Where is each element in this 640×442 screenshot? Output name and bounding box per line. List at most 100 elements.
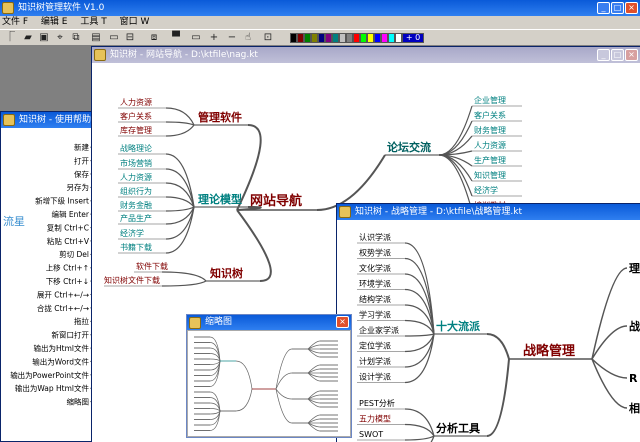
minimize-button[interactable]: _ — [597, 2, 610, 14]
menu-tools[interactable]: 工具 T — [78, 17, 106, 27]
palette-swatch[interactable] — [353, 33, 360, 43]
nav-leaf[interactable]: 战略理论 — [120, 143, 152, 153]
strategy-leaf[interactable]: 环境学派 — [359, 279, 391, 289]
nav-leaf[interactable]: 人力资源 — [474, 140, 506, 150]
nav-root-node[interactable]: 网站导航 — [250, 193, 302, 209]
nav-group-kt[interactable]: 知识树 — [209, 266, 243, 280]
nav-leaf[interactable]: 企业管理 — [474, 95, 506, 105]
strategy-branch-partial[interactable]: 相 — [629, 401, 640, 415]
palette-swatch[interactable] — [332, 33, 339, 43]
help-item[interactable]: 新窗口打开 — [52, 330, 90, 340]
strategy-leaf[interactable]: 五力模型 — [359, 414, 391, 424]
nav-minimize-button[interactable]: _ — [597, 49, 610, 61]
help-item[interactable]: 上移 Ctrl+↑ — [46, 263, 89, 273]
nav-leaf[interactable]: 库存管理 — [120, 125, 152, 135]
strategy-leaf[interactable]: SWOT — [359, 430, 383, 439]
nav-leaf[interactable]: 组织行为 — [120, 186, 152, 196]
palette-swatch[interactable] — [339, 33, 346, 43]
save-icon[interactable]: ▣ — [38, 32, 50, 44]
help-item[interactable]: 编辑 Enter — [51, 209, 89, 219]
menu-edit[interactable]: 编辑 E — [39, 17, 68, 27]
palette-swatch[interactable] — [360, 33, 367, 43]
nav-leaf[interactable]: 产品生产 — [120, 213, 152, 223]
help-item[interactable]: 下移 Ctrl+↓ — [46, 276, 89, 286]
strategy-leaf[interactable]: 计划学派 — [359, 356, 391, 366]
close-button[interactable]: × — [625, 2, 638, 14]
thumbnail-close-button[interactable]: × — [336, 316, 349, 328]
strategy-root-node[interactable]: 战略管理 — [523, 343, 575, 359]
text-icon[interactable]: ⊡ — [262, 32, 274, 44]
nav-maximize-button[interactable]: □ — [611, 49, 624, 61]
nav-leaf[interactable]: 市场营销 — [120, 158, 152, 168]
help-item[interactable]: 新建 — [74, 142, 89, 152]
strategy-leaf[interactable]: 学习学派 — [359, 310, 391, 320]
palette-swatch[interactable] — [367, 33, 374, 43]
palette-swatch[interactable] — [381, 33, 388, 43]
help-item[interactable]: 保存 — [74, 169, 89, 179]
nav-leaf[interactable]: 财务金融 — [120, 200, 152, 210]
nav-leaf[interactable]: 知识管理 — [474, 170, 506, 180]
strategy-leaf[interactable]: 文化学派 — [359, 263, 391, 273]
help-item[interactable]: 剪切 Del — [59, 249, 89, 259]
strategy-branch-partial[interactable]: 战 — [629, 319, 640, 333]
cut-icon[interactable]: ⌖ — [54, 32, 66, 44]
paste-icon[interactable]: ▤ — [90, 32, 102, 44]
help-item[interactable]: 新增下级 Insert — [35, 196, 89, 206]
help-item[interactable]: 展开 Ctrl+←/→ — [37, 290, 89, 299]
insert-icon[interactable]: ▭ — [190, 32, 202, 44]
nav-leaf[interactable]: 财务管理 — [474, 125, 506, 135]
nav-leaf[interactable]: 软件下载 — [136, 261, 168, 271]
palette-swatch[interactable] — [395, 33, 402, 43]
new-icon[interactable]: ⎾ — [4, 32, 16, 44]
open-icon[interactable]: ▰ — [22, 32, 34, 44]
nav-group-forum[interactable]: 论坛交流 — [387, 140, 431, 154]
help-item[interactable]: 另存为 — [67, 182, 90, 192]
strategy-leaf[interactable]: 企业家学派 — [359, 325, 399, 335]
help-item[interactable]: 输出为PowerPoint文件 — [10, 370, 89, 380]
nav-leaf[interactable]: 人力资源 — [120, 172, 152, 182]
strategy-branch-partial[interactable]: R — [629, 372, 638, 385]
help-item[interactable]: 合拢 Ctrl+←/→ — [37, 303, 89, 313]
nav-leaf[interactable]: 经济学 — [120, 228, 144, 238]
palette-swatch[interactable] — [346, 33, 353, 43]
nav-leaf[interactable]: 客户关系 — [474, 110, 506, 120]
delete-icon[interactable]: − — [226, 32, 238, 44]
strategy-leaf[interactable]: 结构学派 — [359, 294, 391, 304]
hand-icon[interactable]: ☝ — [242, 32, 254, 44]
current-color[interactable]: + 0 — [402, 33, 424, 43]
strategy-leaf[interactable]: 权势学派 — [359, 248, 391, 258]
nav-leaf[interactable]: 生产管理 — [474, 155, 506, 165]
line-icon[interactable]: ⊟ — [124, 32, 136, 44]
help-item[interactable]: 输出为Wap Html文件 — [15, 383, 90, 393]
strategy-branch-partial[interactable]: 理 — [629, 262, 640, 275]
strategy-leaf[interactable]: 设计学派 — [359, 372, 391, 382]
nav-leaf[interactable]: 客户关系 — [120, 111, 152, 121]
strategy-group-schools[interactable]: 十大流派 — [436, 319, 481, 333]
palette-swatch[interactable] — [388, 33, 395, 43]
strategy-group-tools[interactable]: 分析工具 — [436, 421, 480, 435]
nav-leaf[interactable]: 知识树文件下载 — [104, 275, 160, 285]
strategy-leaf[interactable]: 认识学派 — [359, 232, 391, 242]
nav-leaf[interactable]: 书籍下载 — [120, 242, 152, 252]
help-item[interactable]: 缩略图 — [67, 397, 90, 407]
new-window-icon[interactable]: ▭ — [108, 32, 120, 44]
help-item[interactable]: 粘贴 Ctrl+V — [47, 236, 90, 246]
palette-swatch[interactable] — [318, 33, 325, 43]
help-item[interactable]: 打开 — [74, 155, 89, 165]
help-item[interactable]: 复制 Ctrl+C — [47, 222, 89, 232]
palette-swatch[interactable] — [325, 33, 332, 43]
nav-group-mgmt[interactable]: 管理软件 — [198, 110, 242, 124]
maximize-button[interactable]: □ — [611, 2, 624, 14]
node-icon[interactable]: ⧈ — [148, 32, 160, 44]
nav-group-theory[interactable]: 理论模型 — [198, 192, 242, 206]
palette-swatch[interactable] — [290, 33, 297, 43]
palette-swatch[interactable] — [374, 33, 381, 43]
strategy-leaf[interactable]: 定位学派 — [359, 341, 391, 351]
copy-icon[interactable]: ⧉ — [70, 32, 82, 44]
menu-window[interactable]: 窗口 W — [118, 17, 150, 27]
strategy-leaf[interactable]: PEST分析 — [359, 398, 395, 408]
add-icon[interactable]: + — [208, 32, 220, 44]
node-sub-icon[interactable]: ▀ — [170, 32, 182, 44]
palette-swatch[interactable] — [311, 33, 318, 43]
help-item[interactable]: 输出为Html文件 — [34, 343, 90, 353]
